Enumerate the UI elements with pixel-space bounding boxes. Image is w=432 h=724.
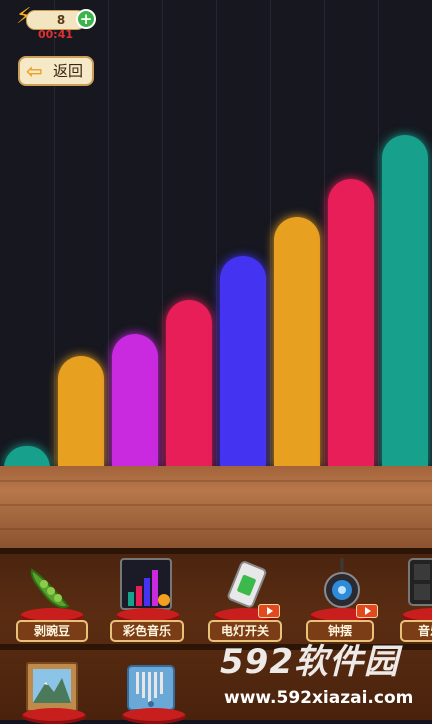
toy-item-color-music[interactable]: 彩色音乐: [110, 556, 200, 646]
wood-grain: [0, 528, 432, 530]
item-label: 剥豌豆: [16, 620, 88, 642]
red-cushion: [22, 708, 86, 724]
music-bar[interactable]: [274, 217, 320, 468]
color-music-icon: [120, 558, 172, 610]
landscape-frame-icon: [26, 662, 78, 712]
item-label: 彩色音乐: [110, 620, 184, 642]
energy-timer: 00:41: [38, 28, 74, 41]
music-bar[interactable]: [4, 446, 50, 468]
music-bar[interactable]: [220, 256, 266, 468]
arrow-left-icon: ⇦: [26, 59, 43, 83]
light-switch-icon: [227, 561, 267, 608]
watermark-brand: 592软件园: [220, 642, 399, 682]
back-label: 返回: [53, 62, 84, 80]
toy-item-pea[interactable]: 剥豌豆: [10, 556, 100, 646]
watermark: 592软件园 www.592xiazai.com: [214, 630, 432, 720]
wood-grain: [0, 504, 432, 506]
red-cushion: [122, 708, 186, 724]
toy-item-kalimba[interactable]: [118, 660, 208, 724]
pea-pod-icon: [30, 568, 70, 609]
music-bar[interactable]: [382, 135, 428, 468]
video-ad-icon: [258, 604, 280, 618]
watermark-url: www.592xiazai.com: [224, 688, 414, 708]
column-divider: [108, 0, 109, 468]
music-bar[interactable]: [166, 300, 212, 468]
lightning-icon: ⚡: [16, 4, 32, 29]
wood-grain: [0, 480, 432, 482]
music-pad-icon: [408, 558, 432, 606]
toy-item-landscape[interactable]: [22, 660, 112, 724]
kalimba-icon: [127, 665, 175, 711]
energy-count: 8: [56, 13, 66, 27]
column-divider: [270, 0, 271, 468]
plus-icon[interactable]: +: [76, 9, 96, 29]
column-divider: [162, 0, 163, 468]
music-bar[interactable]: [112, 334, 158, 468]
drawer-rail: [0, 548, 432, 554]
energy-counter: 8 ⚡ +: [16, 4, 96, 30]
column-divider: [378, 0, 379, 468]
pendulum-icon: [324, 558, 360, 608]
back-button[interactable]: ⇦ 返回: [18, 56, 94, 86]
column-divider: [216, 0, 217, 468]
music-bar[interactable]: [328, 179, 374, 468]
video-ad-icon: [356, 604, 378, 618]
column-divider: [324, 0, 325, 468]
music-bar[interactable]: [58, 356, 104, 468]
wooden-shelf: [0, 466, 432, 548]
